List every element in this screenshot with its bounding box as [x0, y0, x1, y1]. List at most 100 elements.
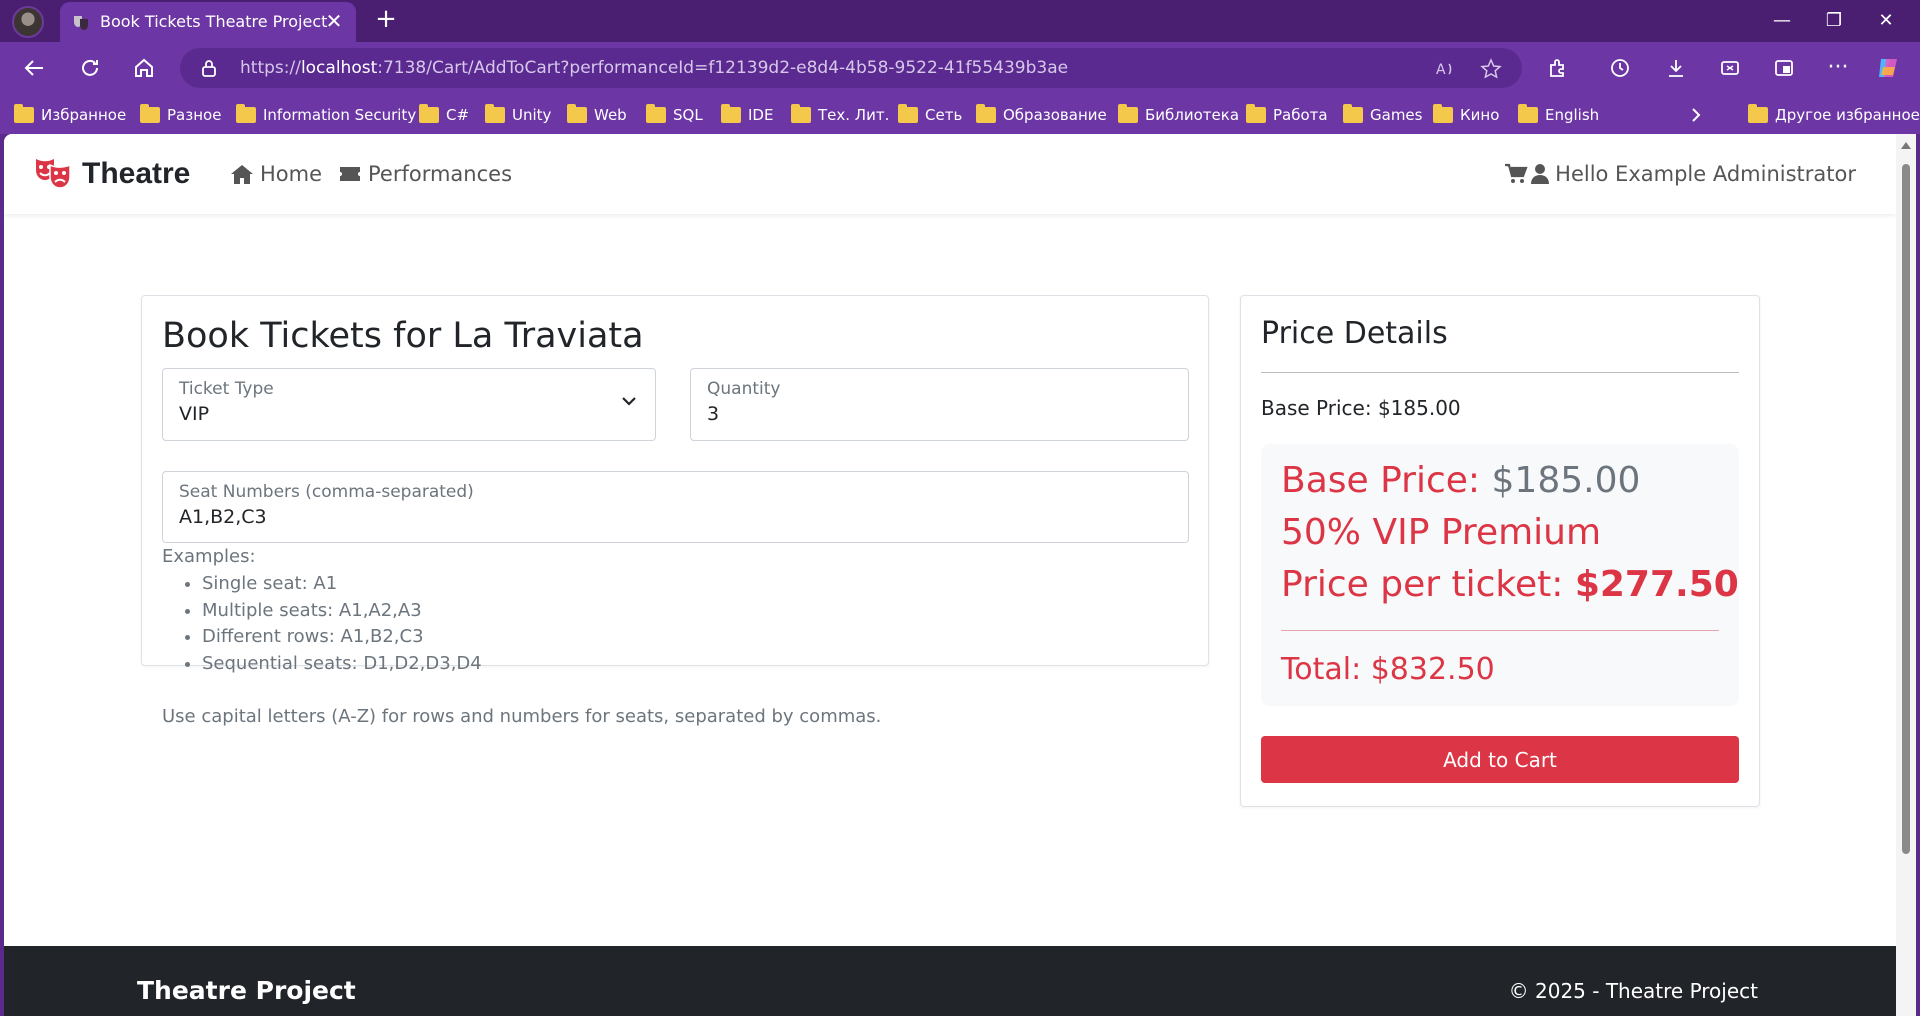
folder-icon — [140, 104, 160, 123]
browser-tabbar: Book Tickets Theatre Project ✕ + — ❐ ✕ — [0, 0, 1920, 42]
folder-icon — [1343, 104, 1363, 123]
new-tab-icon[interactable]: + — [372, 6, 400, 34]
site-footer: Theatre Project © 2025 - Theatre Project — [4, 946, 1896, 1016]
summary-base-price-value: $185.00 — [1491, 460, 1641, 501]
folder-icon — [1748, 104, 1768, 123]
quantity-label: Quantity — [707, 379, 781, 399]
user-icon — [1531, 164, 1550, 184]
close-window-icon[interactable]: ✕ — [1866, 8, 1906, 34]
price-summary-box: Base Price: $185.00 50% VIP Premium Pric… — [1261, 444, 1739, 706]
folder-icon — [419, 104, 439, 123]
example-item: Multiple seats: A1,A2,A3 — [202, 598, 482, 625]
folder-icon — [791, 104, 811, 123]
address-bar[interactable]: https://localhost:7138/Cart/AddToCart?pe… — [180, 48, 1522, 88]
back-icon[interactable] — [18, 52, 50, 84]
seat-numbers-label: Seat Numbers (comma-separated) — [179, 482, 474, 502]
more-menu-icon[interactable]: ··· — [1822, 52, 1854, 84]
browser-toolbar: https://localhost:7138/Cart/AddToCart?pe… — [0, 42, 1920, 94]
brand-link[interactable]: Theatre — [34, 154, 190, 194]
browser-tab-active[interactable]: Book Tickets Theatre Project ✕ — [60, 2, 356, 42]
cart-icon[interactable] — [1504, 162, 1528, 186]
booking-card: Book Tickets for La Traviata Ticket Type… — [141, 295, 1209, 727]
ticket-icon — [340, 167, 360, 181]
profile-avatar[interactable] — [12, 6, 44, 38]
price-details-title: Price Details — [1261, 316, 1448, 351]
ticket-type-select[interactable]: Ticket Type VIP — [162, 368, 656, 441]
bookmark-folder[interactable]: C# — [419, 104, 469, 126]
downloads-icon[interactable] — [1660, 52, 1692, 84]
quantity-input[interactable]: Quantity 3 — [690, 368, 1189, 441]
tab-title: Book Tickets Theatre Project — [100, 12, 328, 31]
price-details-card: Price Details Base Price: $185.00 Base P… — [1240, 295, 1760, 807]
examples-heading: Examples: — [162, 546, 256, 567]
bookmarks-more-chevron-icon[interactable] — [1690, 104, 1702, 126]
restore-icon[interactable]: ❐ — [1814, 8, 1854, 34]
price-per-ticket-value: $277.50 — [1574, 564, 1739, 605]
bookmark-folder[interactable]: IDE — [721, 104, 773, 126]
favorite-star-icon[interactable] — [1480, 58, 1502, 80]
bookmark-folder[interactable]: Работа — [1246, 104, 1328, 126]
seat-numbers-input[interactable]: Seat Numbers (comma-separated) A1,B2,C3 — [162, 471, 1189, 543]
bookmark-folder[interactable]: Кино — [1433, 104, 1499, 126]
user-account-link[interactable]: Hello Example Administrator — [1531, 159, 1856, 189]
scrollbar-thumb[interactable] — [1902, 164, 1910, 854]
theatre-masks-icon — [36, 159, 71, 189]
bookmark-folder[interactable]: Information Security — [236, 104, 416, 126]
quantity-value: 3 — [707, 403, 720, 425]
divider — [1261, 372, 1739, 373]
folder-icon — [976, 104, 996, 123]
bookmark-folder[interactable]: Библиотека — [1118, 104, 1239, 126]
home-icon — [231, 165, 253, 184]
page-scrollbar[interactable] — [1896, 134, 1916, 1016]
collections-icon[interactable] — [1768, 52, 1800, 84]
folder-icon — [1246, 104, 1266, 123]
tab-close-icon[interactable]: ✕ — [322, 9, 346, 33]
nav-performances-link[interactable]: Performances — [338, 159, 512, 189]
other-bookmarks-folder[interactable]: Другое избранное — [1748, 104, 1920, 126]
bookmark-folder[interactable]: Тех. Лит. — [791, 104, 889, 126]
price-per-ticket: Price per ticket: $277.50 — [1281, 564, 1739, 605]
example-item: Single seat: A1 — [202, 571, 482, 598]
site-navbar: Theatre Home Performances Hello Example … — [4, 134, 1896, 214]
folder-icon — [567, 104, 587, 123]
refresh-icon[interactable] — [74, 52, 106, 84]
add-to-cart-button[interactable]: Add to Cart — [1261, 736, 1739, 783]
folder-icon — [485, 104, 505, 123]
screenshot-icon[interactable] — [1714, 52, 1746, 84]
page-viewport: Theatre Home Performances Hello Example … — [4, 134, 1896, 1016]
bookmark-folder[interactable]: Unity — [485, 104, 551, 126]
url-text[interactable]: https://localhost:7138/Cart/AddToCart?pe… — [240, 58, 1068, 78]
footer-brand: Theatre Project — [137, 976, 356, 1005]
bookmark-folder[interactable]: Web — [567, 104, 627, 126]
copilot-icon[interactable] — [1872, 52, 1904, 84]
bookmark-folder[interactable]: English — [1518, 104, 1599, 126]
bookmarks-bar: Избранное Разное Information Security C#… — [0, 94, 1920, 134]
ticket-type-label: Ticket Type — [179, 379, 274, 399]
folder-icon — [1433, 104, 1453, 123]
bookmark-folder[interactable]: Образование — [976, 104, 1107, 126]
scroll-up-arrow-icon[interactable] — [1901, 142, 1911, 149]
folder-icon — [1118, 104, 1138, 123]
nav-home-link[interactable]: Home — [230, 159, 322, 189]
bookmark-folder[interactable]: Games — [1343, 104, 1422, 126]
page-title: Book Tickets for La Traviata — [162, 316, 644, 356]
folder-icon — [1518, 104, 1538, 123]
footer-copyright: © 2025 - Theatre Project — [1508, 979, 1758, 1003]
lock-icon[interactable] — [200, 58, 218, 78]
read-aloud-icon[interactable]: A — [1434, 58, 1456, 80]
example-item: Different rows: A1,B2,C3 — [202, 624, 482, 651]
bookmark-folder[interactable]: Избранное — [14, 104, 126, 126]
minimize-icon[interactable]: — — [1762, 8, 1802, 34]
folder-icon — [236, 104, 256, 123]
base-price-text: Base Price: $185.00 — [1261, 396, 1461, 420]
ticket-type-value: VIP — [179, 403, 210, 425]
extensions-icon[interactable] — [1542, 52, 1574, 84]
bookmark-folder[interactable]: Разное — [140, 104, 221, 126]
seat-format-hint: Use capital letters (A-Z) for rows and n… — [162, 706, 882, 727]
home-browser-icon[interactable] — [128, 52, 160, 84]
total-price: Total: $832.50 — [1281, 652, 1495, 687]
bookmark-folder[interactable]: SQL — [646, 104, 703, 126]
history-icon[interactable] — [1604, 52, 1636, 84]
bookmark-folder[interactable]: Сеть — [898, 104, 962, 126]
summary-base-price: Base Price: $185.00 — [1281, 460, 1641, 501]
